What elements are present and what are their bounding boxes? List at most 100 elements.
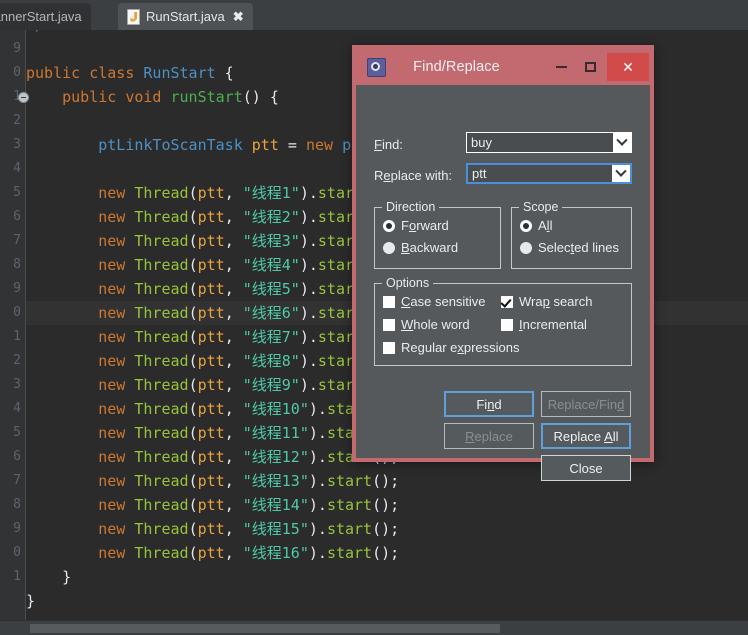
- code-token: ,: [224, 376, 243, 394]
- code-line[interactable]: new Thread(ptt, "线程1").start();: [26, 181, 390, 205]
- code-token: (: [188, 256, 198, 274]
- tab-cannerstart-java[interactable]: cannerStart.java: [0, 3, 91, 30]
- code-line[interactable]: new Thread(ptt, "线程15").start();: [26, 517, 399, 541]
- code-token: Thread: [134, 328, 189, 346]
- code-line[interactable]: new Thread(ptt, "线程13").start();: [26, 469, 399, 493]
- editor-tab-bar: cannerStart.java RunStart.java ✖: [0, 0, 748, 31]
- minimize-button[interactable]: [547, 56, 576, 78]
- code-token: ).: [299, 328, 318, 346]
- code-line[interactable]: new Thread(ptt, "线程12").start();: [26, 445, 399, 469]
- chevron-down-icon[interactable]: [612, 165, 630, 182]
- code-token: public: [62, 88, 117, 106]
- code-token: Thread: [134, 280, 189, 298]
- radio-all[interactable]: All: [520, 218, 552, 233]
- code-token: new: [98, 472, 126, 490]
- replace-all-button[interactable]: Replace All: [541, 423, 631, 449]
- code-token: ptt: [197, 256, 225, 274]
- replace-all-button-label: Replace All: [553, 428, 619, 444]
- code-token: Thread: [134, 208, 189, 226]
- line-number: 9: [13, 281, 21, 296]
- code-token: ).: [308, 472, 327, 490]
- code-line[interactable]: new Thread(ptt, "线程6").start();: [26, 301, 390, 325]
- code-token: start: [326, 544, 373, 562]
- replace-input[interactable]: ptt: [466, 163, 632, 184]
- code-line[interactable]: new Thread(ptt, "线程10").start();: [26, 397, 399, 421]
- code-line[interactable]: new Thread(ptt, "线程3").start();: [26, 229, 390, 253]
- code-token: ();: [372, 520, 400, 538]
- replace-find-button[interactable]: Replace/Find: [541, 391, 631, 417]
- code-token: new: [98, 544, 126, 562]
- code-token: start: [326, 520, 373, 538]
- code-line[interactable]: new Thread(ptt, "线程2").start();: [26, 205, 390, 229]
- code-token: new: [98, 184, 126, 202]
- dialog-titlebar[interactable]: Find/Replace ✕: [356, 49, 650, 85]
- code-token: "线程7": [242, 328, 300, 346]
- code-token: ptt: [197, 184, 225, 202]
- checkbox-label: Case sensitive: [401, 294, 486, 309]
- code-token: "线程15": [242, 520, 309, 538]
- find-input[interactable]: buy: [466, 132, 632, 153]
- scope-legend: Scope: [519, 200, 563, 214]
- chevron-down-icon[interactable]: [613, 133, 631, 152]
- radio-selected-lines[interactable]: Selected lines: [520, 240, 619, 255]
- code-line[interactable]: */: [26, 30, 44, 37]
- find-input-value: buy: [471, 135, 492, 150]
- checkbox-label: Wrap search: [519, 294, 593, 309]
- code-line[interactable]: new Thread(ptt, "线程8").start();: [26, 349, 390, 373]
- scrollbar-thumb[interactable]: [30, 624, 500, 633]
- radio-label: Backward: [401, 240, 459, 255]
- code-line[interactable]: new Thread(ptt, "线程9").start();: [26, 373, 390, 397]
- code-line[interactable]: new Thread(ptt, "线程16").start();: [26, 541, 399, 565]
- replace-button[interactable]: Replace: [444, 423, 534, 449]
- code-token: () {: [242, 88, 279, 106]
- horizontal-scrollbar[interactable]: [0, 620, 748, 635]
- find-button[interactable]: Find: [444, 391, 534, 417]
- checkbox-incremental[interactable]: Incremental: [501, 317, 587, 332]
- checkbox-regular-expressions[interactable]: Regular expressions: [383, 340, 520, 355]
- line-number: 6: [13, 449, 21, 464]
- radio-backward[interactable]: Backward: [383, 240, 458, 255]
- radio-indicator: [383, 241, 395, 254]
- code-line[interactable]: new Thread(ptt, "线程5").start();: [26, 277, 390, 301]
- code-line[interactable]: new Thread(ptt, "线程7").start();: [26, 325, 390, 349]
- code-line[interactable]: public class RunStart {: [26, 61, 234, 85]
- code-token: new: [98, 232, 126, 250]
- code-token: ,: [224, 304, 243, 322]
- code-token: ,: [224, 208, 243, 226]
- checkbox-indicator: [383, 318, 395, 331]
- dialog-body: Find: buy Replace with: ptt Direction Fo…: [356, 85, 650, 481]
- replace-label: Replace with:: [374, 168, 453, 183]
- code-line[interactable]: public void runStart() {: [26, 85, 279, 109]
- close-icon[interactable]: ✖: [233, 10, 244, 23]
- code-line[interactable]: }: [26, 565, 71, 589]
- code-token: */: [26, 30, 44, 34]
- checkbox-case-sensitive[interactable]: Case sensitive: [383, 294, 486, 309]
- close-window-button[interactable]: ✕: [607, 53, 649, 81]
- code-token: ).: [299, 184, 318, 202]
- checkbox-label: Regular expressions: [401, 340, 520, 355]
- options-legend: Options: [382, 276, 434, 290]
- close-button[interactable]: Close: [541, 455, 631, 481]
- code-line[interactable]: }: [26, 589, 35, 613]
- code-line[interactable]: new Thread(ptt, "线程11").start();: [26, 421, 399, 445]
- maximize-button[interactable]: [576, 56, 605, 78]
- checkbox-whole-word[interactable]: Whole word: [383, 317, 470, 332]
- code-token: (: [188, 208, 198, 226]
- code-token: "线程4": [242, 256, 300, 274]
- direction-group: Direction Forward Backward: [374, 200, 501, 269]
- code-token: }: [26, 592, 36, 610]
- options-group: Options Case sensitive Wrap search Whole…: [374, 276, 632, 366]
- tab-runstart-java[interactable]: RunStart.java ✖: [118, 3, 253, 30]
- radio-forward[interactable]: Forward: [383, 218, 449, 233]
- code-line[interactable]: new Thread(ptt, "线程14").start();: [26, 493, 399, 517]
- code-token: Thread: [134, 232, 189, 250]
- checkbox-wrap-search[interactable]: Wrap search: [501, 294, 592, 309]
- code-token: new: [98, 328, 126, 346]
- code-line[interactable]: new Thread(ptt, "线程4").start();: [26, 253, 390, 277]
